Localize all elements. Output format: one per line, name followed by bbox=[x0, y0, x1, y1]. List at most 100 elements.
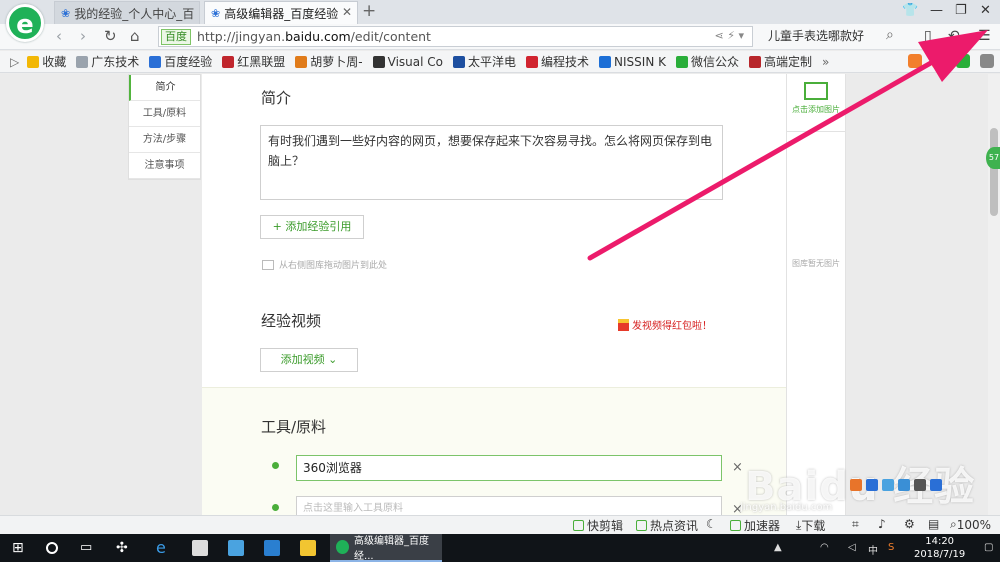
ime-indicator[interactable]: 中 bbox=[868, 542, 878, 557]
sidebar-item-steps[interactable]: 方法/步骤 bbox=[129, 127, 200, 153]
game-icon[interactable] bbox=[932, 54, 946, 68]
bookmark-item[interactable]: Visual Co bbox=[372, 53, 443, 70]
edge-icon[interactable]: e bbox=[156, 538, 172, 557]
store-icon[interactable] bbox=[192, 540, 208, 556]
sync-icon[interactable] bbox=[956, 54, 970, 68]
browser-logo-icon[interactable]: e bbox=[6, 4, 44, 42]
s-icon[interactable] bbox=[850, 479, 862, 491]
share-bolt-icons[interactable]: ⋖ ⚡ ▾ bbox=[715, 29, 744, 42]
news-icon bbox=[636, 520, 647, 531]
video-promo-link[interactable]: 发视频得红包啦！ bbox=[618, 317, 712, 332]
forward-icon[interactable]: › bbox=[80, 27, 86, 45]
url-field[interactable]: 百度 http://jingyan.baidu.com/edit/content… bbox=[158, 26, 753, 47]
extension-icon[interactable]: ⚙ bbox=[904, 517, 915, 531]
bookmark-item[interactable]: 红黑联盟 bbox=[222, 53, 285, 70]
speaker-icon[interactable]: ◁ bbox=[848, 542, 856, 553]
system-clock[interactable]: 14:20 2018/7/19 bbox=[914, 535, 965, 561]
menu-icon[interactable]: ☰ bbox=[978, 28, 991, 44]
floating-count-badge[interactable]: 57 bbox=[986, 147, 1000, 169]
fan-app-icon[interactable]: ✣ bbox=[116, 540, 132, 556]
baidu-paw-icon: ❀ bbox=[211, 6, 221, 20]
bullet-dot bbox=[272, 462, 279, 469]
apps-grid-icon[interactable] bbox=[980, 54, 994, 68]
status-bar: 快剪辑 热点资讯 ☾ 加速器 ⤓ 下载 ⌗ ♪ ⚙ ▤ ⌕ 100% bbox=[0, 515, 1000, 534]
tv-icon[interactable] bbox=[908, 54, 922, 68]
reading-icon[interactable]: ▤ bbox=[928, 517, 939, 531]
file-explorer-icon[interactable] bbox=[300, 540, 316, 556]
bookmark-favicon-icon bbox=[76, 55, 89, 68]
tab-close-icon[interactable]: ✕ bbox=[342, 5, 352, 19]
zoom-control[interactable]: ⌕ 100% bbox=[950, 517, 991, 532]
add-reference-button[interactable]: + 添加经验引用 bbox=[260, 215, 364, 239]
notification-icon[interactable]: ▲ bbox=[774, 542, 782, 553]
tools-section: 工具/原料 360浏览器 × 点击这里输入工具原料 × bbox=[202, 387, 786, 515]
tool-input-1[interactable]: 360浏览器 bbox=[296, 455, 722, 481]
hot-news-button[interactable]: 热点资讯 bbox=[636, 517, 698, 534]
phone-icon[interactable]: ▯ bbox=[924, 28, 932, 44]
skin-shirt-icon[interactable]: 👕 bbox=[902, 3, 918, 18]
quick-edit-button[interactable]: 快剪辑 bbox=[573, 517, 623, 534]
download-button[interactable]: ⤓ 下载 bbox=[796, 517, 825, 534]
bookmark-item[interactable]: 收藏 bbox=[27, 53, 66, 70]
volume-icon[interactable]: ♪ bbox=[878, 517, 886, 531]
sidebar-item-intro[interactable]: 简介 bbox=[129, 75, 200, 101]
bookmark-item[interactable]: 太平洋电 bbox=[453, 53, 516, 70]
undo-icon[interactable]: ↶ bbox=[948, 28, 960, 44]
tool-icon[interactable] bbox=[930, 479, 942, 491]
new-tab-button[interactable]: + bbox=[362, 1, 376, 21]
wifi-icon[interactable]: ◠ bbox=[820, 542, 829, 553]
bookmark-item[interactable]: 编程技术 bbox=[526, 53, 589, 70]
window-close-icon[interactable]: ✕ bbox=[980, 3, 991, 18]
action-center-icon[interactable]: ▢ bbox=[984, 542, 993, 553]
address-toolbar: ‹ › ↻ ⌂ 百度 http://jingyan.baidu.com/edit… bbox=[0, 24, 1000, 50]
bookmark-item[interactable]: 胡萝卜周- bbox=[295, 53, 363, 70]
sogou-icon[interactable]: S bbox=[888, 542, 894, 553]
translate-icon[interactable] bbox=[866, 479, 878, 491]
mic-icon[interactable] bbox=[882, 479, 894, 491]
bookmark-item[interactable]: 高端定制 bbox=[749, 53, 812, 70]
tab-advanced-editor[interactable]: ❀ 高级编辑器_百度经验 ✕ bbox=[204, 1, 358, 24]
bookmark-favicon-icon bbox=[599, 55, 612, 68]
tab-my-experience[interactable]: ❀ 我的经验_个人中心_百 bbox=[54, 1, 200, 24]
page-content: 简介 工具/原料 方法/步骤 注意事项 简介 有时我们遇到一些好内容的网页，想要… bbox=[0, 74, 1000, 515]
intro-textarea[interactable]: 有时我们遇到一些好内容的网页，想要保存起来下次容易寻找。怎么将网页保存到电脑上？ bbox=[260, 125, 723, 200]
sidebar-item-tools[interactable]: 工具/原料 bbox=[129, 101, 200, 127]
task-view-icon[interactable]: ▭ bbox=[80, 540, 96, 556]
tools-heading: 工具/原料 bbox=[261, 418, 327, 436]
bookmark-favicon-icon bbox=[675, 55, 688, 68]
tool-input-2[interactable]: 点击这里输入工具原料 bbox=[296, 496, 722, 515]
shirt-icon[interactable] bbox=[914, 479, 926, 491]
scrollbar-thumb[interactable] bbox=[990, 128, 998, 216]
bookmark-item[interactable]: 微信公众 bbox=[675, 53, 739, 70]
bookmark-bar: ▷ 收藏 广东技术 百度经验 红黑联盟 胡萝卜周- Visual Co 太平洋电 编程技术 NI… bbox=[0, 51, 1000, 73]
search-icon[interactable]: ⌕ bbox=[886, 27, 894, 43]
refresh-icon[interactable]: ↻ bbox=[104, 27, 117, 45]
bookmark-item[interactable]: 广东技术 bbox=[76, 53, 139, 70]
bookmark-favicon-icon bbox=[749, 55, 761, 68]
app-icon[interactable] bbox=[228, 540, 244, 556]
cortana-icon[interactable] bbox=[46, 542, 58, 554]
bookmark-item[interactable]: 百度经验 bbox=[149, 53, 212, 70]
screenshot-icon[interactable]: ⌗ bbox=[852, 517, 859, 532]
page-scrollbar[interactable] bbox=[988, 74, 1000, 515]
add-video-button[interactable]: 添加视频 ⌄ bbox=[260, 348, 358, 372]
taskbar-browser-window[interactable]: 高级编辑器_百度经... bbox=[330, 534, 442, 562]
remote-app-icon[interactable] bbox=[264, 540, 280, 556]
sidebar-item-notes[interactable]: 注意事项 bbox=[129, 153, 200, 179]
remove-tool-icon[interactable]: × bbox=[732, 460, 743, 475]
bookmark-label: 百度经验 bbox=[164, 55, 213, 69]
night-mode-icon[interactable]: ☾ bbox=[706, 517, 717, 531]
back-icon[interactable]: ‹ bbox=[56, 27, 62, 45]
bookmark-item[interactable]: NISSIN K bbox=[599, 53, 666, 70]
accelerator-button[interactable]: 加速器 bbox=[730, 517, 780, 534]
home-icon[interactable]: ⌂ bbox=[130, 27, 140, 45]
video-heading: 经验视频 bbox=[261, 312, 322, 330]
keyboard-icon[interactable] bbox=[898, 479, 910, 491]
minimize-icon[interactable]: — bbox=[930, 3, 943, 18]
windows-start-icon[interactable]: ⊞ bbox=[12, 540, 28, 556]
add-image-button[interactable]: 点击添加图片 bbox=[787, 74, 845, 132]
bookmarks-more-button[interactable]: » bbox=[822, 55, 829, 69]
sidebar-toggle-icon[interactable]: ▷ bbox=[10, 55, 19, 69]
restore-icon[interactable]: ❐ bbox=[955, 3, 967, 18]
bookmark-favicon-icon bbox=[526, 55, 539, 68]
